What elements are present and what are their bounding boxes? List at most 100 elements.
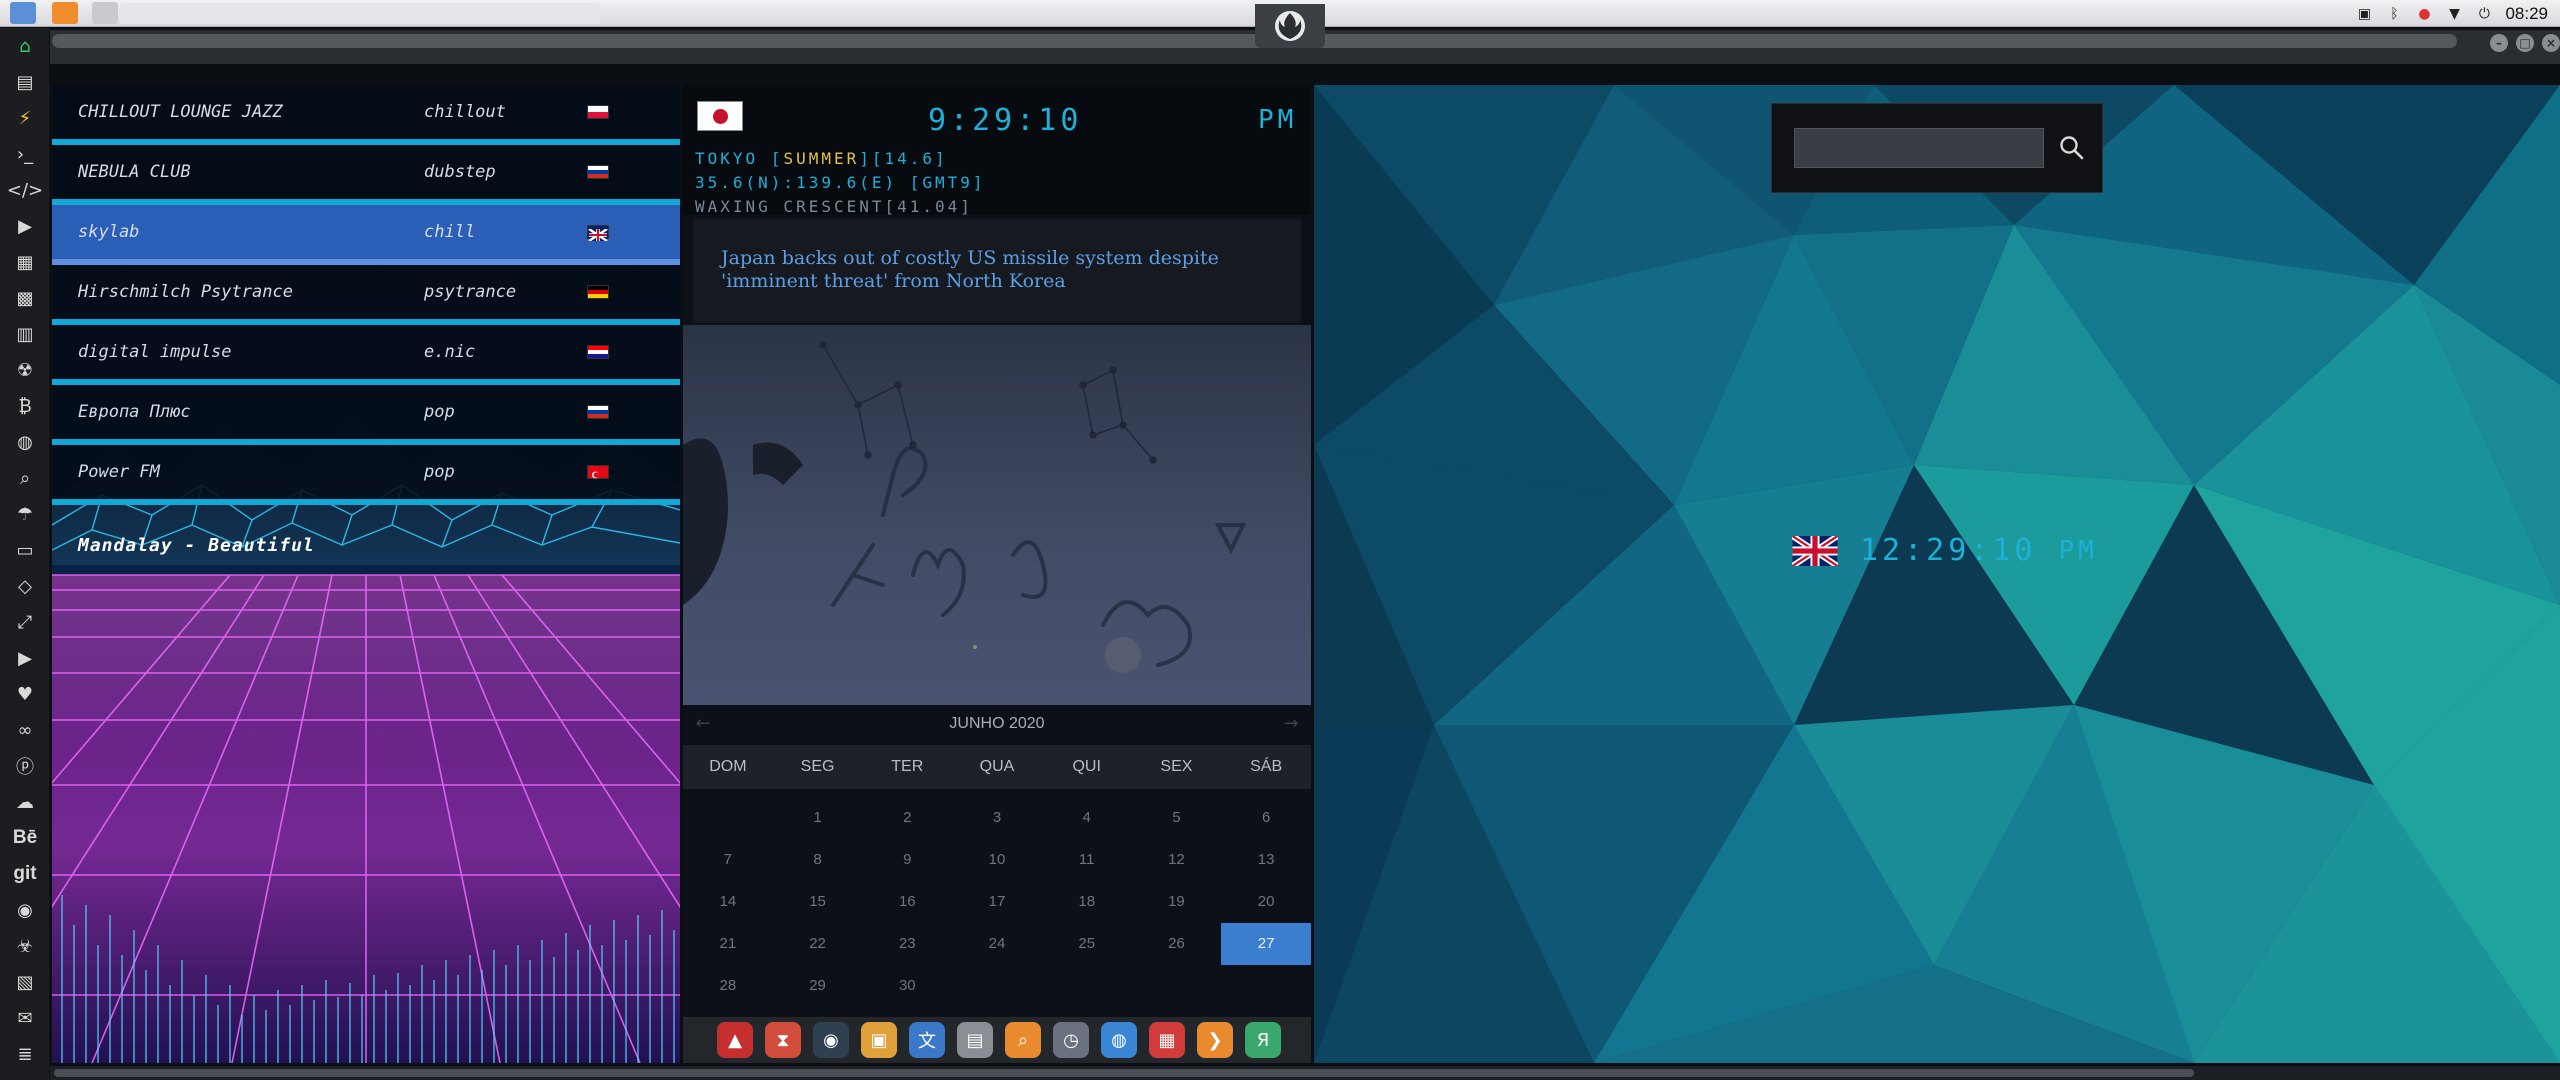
dock-calendar-icon[interactable]: ▦ <box>1149 1022 1185 1058</box>
calendar-day[interactable]: 29 <box>773 965 863 1007</box>
sublime-launcher-icon[interactable] <box>52 2 78 24</box>
calendar-day[interactable]: 5 <box>1132 797 1222 839</box>
alert-icon[interactable]: ● <box>2415 5 2433 23</box>
sidebar-b--icon[interactable]: Bē <box>0 820 50 856</box>
calendar-day[interactable]: 23 <box>862 923 952 965</box>
sidebar-document-icon[interactable]: ▤ <box>0 64 50 100</box>
sidebar-portfolio-icon[interactable]: ▦ <box>0 244 50 280</box>
sidebar-envelope-icon[interactable]: ✉ <box>0 1000 50 1036</box>
horizontal-scrollbar[interactable] <box>54 1069 2194 1077</box>
calendar-day[interactable]: 14 <box>683 881 773 923</box>
calendar-day[interactable]: 22 <box>773 923 863 965</box>
sidebar-image-icon[interactable]: ▩ <box>0 280 50 316</box>
rebel-alliance-logo-icon[interactable] <box>1255 4 1325 48</box>
dock-search-icon[interactable]: ⌕ <box>1005 1022 1041 1058</box>
station-row[interactable]: Power FM pop <box>52 445 680 505</box>
sidebar-github-icon[interactable]: ◉ <box>0 892 50 928</box>
dock-arrow-icon[interactable]: ❯ <box>1197 1022 1233 1058</box>
dock-globe-dark-icon[interactable]: ◉ <box>813 1022 849 1058</box>
minimize-button[interactable]: – <box>2490 34 2508 52</box>
station-row[interactable]: Hirschmilch Psytrance psytrance <box>52 265 680 325</box>
sidebar-biohazard-icon[interactable]: ☣ <box>0 928 50 964</box>
sidebar-code-icon[interactable]: </> <box>0 172 50 208</box>
sidebar-youtube-icon[interactable]: ▶ <box>0 640 50 676</box>
station-row[interactable]: NEBULA CLUB dubstep <box>52 145 680 205</box>
calendar-day[interactable]: 21 <box>683 923 773 965</box>
dock-clock-icon[interactable]: ◷ <box>1053 1022 1089 1058</box>
calendar-prev-button[interactable]: ← <box>683 705 723 743</box>
dock-globe-icon[interactable]: ◍ <box>1101 1022 1137 1058</box>
calendar-day[interactable]: 6 <box>1221 797 1311 839</box>
calendar-day[interactable]: 30 <box>862 965 952 1007</box>
station-row[interactable]: digital impulse e.nic <box>52 325 680 385</box>
dock-translate-icon[interactable]: 文 <box>909 1022 945 1058</box>
sidebar-pinterest-icon[interactable]: ⓟ <box>0 748 50 784</box>
calendar-day[interactable]: 2 <box>862 797 952 839</box>
london-clock: 12:29:10 PM <box>1792 533 2098 568</box>
sidebar-search-icon[interactable]: ⌕ <box>0 460 50 496</box>
sidebar-umbrella-icon[interactable]: ☂ <box>0 496 50 532</box>
calendar-day[interactable]: 16 <box>862 881 952 923</box>
image-viewer-icon[interactable]: ▣ <box>2355 5 2373 23</box>
sidebar-home-icon[interactable]: ⌂ <box>0 28 50 64</box>
calendar-day[interactable]: 9 <box>862 839 952 881</box>
calendar-day[interactable]: 3 <box>952 797 1042 839</box>
dock-yandex-icon[interactable]: Я <box>1245 1022 1281 1058</box>
sidebar-tag-icon[interactable]: ◇ <box>0 568 50 604</box>
system-clock[interactable]: 08:29 <box>2505 4 2548 24</box>
calendar-day[interactable]: 13 <box>1221 839 1311 881</box>
close-button[interactable]: × <box>2542 34 2560 52</box>
dock-calendar-sheet-icon[interactable]: ▤ <box>957 1022 993 1058</box>
calendar-day[interactable]: 18 <box>1042 881 1132 923</box>
sidebar-git-icon[interactable]: git <box>0 856 50 892</box>
power-icon[interactable]: ⏻ <box>2475 5 2493 23</box>
sidebar-bolt-icon[interactable]: ⚡ <box>0 100 50 136</box>
sidebar-play-icon[interactable]: ▶ <box>0 208 50 244</box>
calendar-day[interactable]: 24 <box>952 923 1042 965</box>
dock-hourglass-icon[interactable]: ⧗ <box>765 1022 801 1058</box>
sidebar-heart-icon[interactable]: ♥ <box>0 676 50 712</box>
sidebar-map-icon[interactable]: ▧ <box>0 964 50 1000</box>
search-input[interactable] <box>1794 128 2044 168</box>
calendar-day[interactable]: 28 <box>683 965 773 1007</box>
calendar-next-button[interactable]: → <box>1271 705 1311 743</box>
calendar-day[interactable]: 10 <box>952 839 1042 881</box>
sidebar-fullscreen-icon[interactable]: ⤢ <box>0 604 50 640</box>
weekday-header: QUA <box>952 745 1042 789</box>
sidebar-globe-icon[interactable]: ◍ <box>0 424 50 460</box>
sidebar-lastfm-icon[interactable]: ∞ <box>0 712 50 748</box>
wifi-icon[interactable]: ▼ <box>2445 5 2463 23</box>
files-launcher-icon[interactable] <box>10 2 36 24</box>
calendar-day[interactable]: 7 <box>683 839 773 881</box>
calendar-day[interactable]: 26 <box>1132 923 1222 965</box>
sidebar-server-icon[interactable]: ≣ <box>0 1036 50 1072</box>
calendar-day[interactable]: 19 <box>1132 881 1222 923</box>
sidebar-radiation-icon[interactable]: ☢ <box>0 352 50 388</box>
sidebar-id-card-icon[interactable]: ▭ <box>0 532 50 568</box>
sidebar-bitcoin-icon[interactable]: ₿ <box>0 388 50 424</box>
workspace-launcher-icon[interactable] <box>92 2 118 24</box>
sidebar-newspaper-icon[interactable]: ▥ <box>0 316 50 352</box>
calendar-day[interactable]: 25 <box>1042 923 1132 965</box>
station-row[interactable]: Европа Плюс pop <box>52 385 680 445</box>
calendar-today[interactable]: 27 <box>1221 923 1311 965</box>
taskbar-strip[interactable] <box>120 3 600 24</box>
search-button[interactable] <box>2054 130 2090 166</box>
news-headline-link[interactable]: Japan backs out of costly US missile sys… <box>721 247 1273 293</box>
calendar-day[interactable]: 17 <box>952 881 1042 923</box>
calendar-day[interactable]: 15 <box>773 881 863 923</box>
sidebar-cloud-icon[interactable]: ☁ <box>0 784 50 820</box>
calendar-day[interactable]: 20 <box>1221 881 1311 923</box>
dock-photos-icon[interactable]: ▣ <box>861 1022 897 1058</box>
calendar-day[interactable]: 4 <box>1042 797 1132 839</box>
dock-arch-triangle-icon[interactable]: ▲ <box>717 1022 753 1058</box>
calendar-day[interactable]: 8 <box>773 839 863 881</box>
station-row[interactable]: CHILLOUT LOUNGE JAZZ chillout <box>52 85 680 145</box>
calendar-day[interactable]: 1 <box>773 797 863 839</box>
maximize-button[interactable]: □ <box>2516 34 2534 52</box>
calendar-day[interactable]: 11 <box>1042 839 1132 881</box>
sidebar-terminal-icon[interactable]: ›_ <box>0 136 50 172</box>
bluetooth-icon[interactable]: ᛒ <box>2385 5 2403 23</box>
calendar-day[interactable]: 12 <box>1132 839 1222 881</box>
station-row[interactable]: skylab chill <box>52 205 680 265</box>
